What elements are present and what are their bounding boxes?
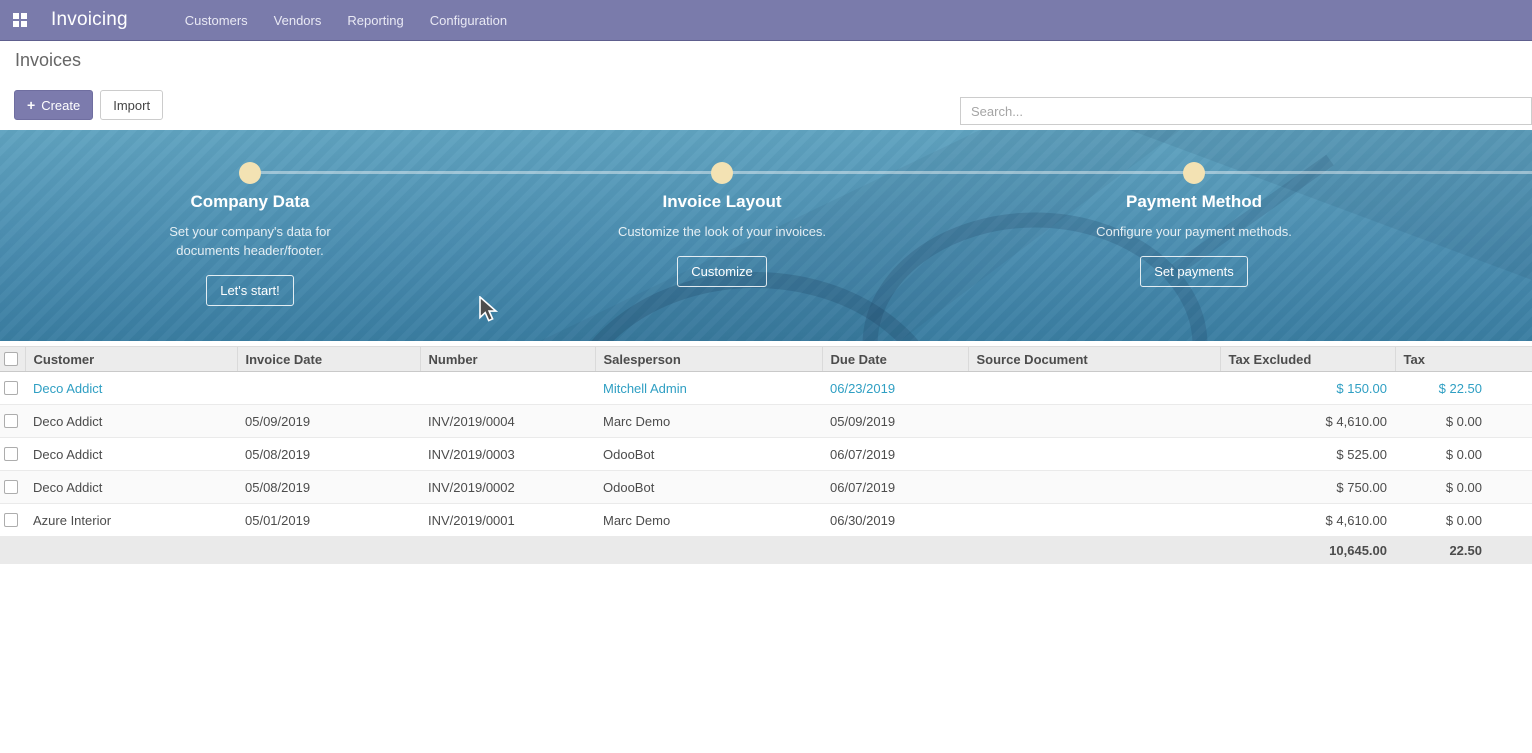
cell-due-date: 06/23/2019 (822, 372, 968, 405)
cell-tax: $ 0.00 (1395, 504, 1532, 537)
plus-icon: + (27, 97, 35, 113)
cell-source-document (968, 438, 1220, 471)
row-checkbox[interactable] (4, 480, 18, 494)
column-header-source-document[interactable]: Source Document (968, 347, 1220, 372)
cell-source-document (968, 504, 1220, 537)
tax-total: 22.50 (1395, 537, 1532, 564)
top-navbar: Invoicing Customers Vendors Reporting Co… (0, 0, 1532, 41)
tax-excluded-total: 10,645.00 (1220, 537, 1395, 564)
search-input[interactable] (960, 97, 1532, 125)
cell-customer: Azure Interior (25, 504, 237, 537)
step-description: Set your company's data for documents he… (140, 222, 360, 260)
lets-start-button[interactable]: Let's start! (206, 275, 294, 306)
step-dot-payment-method[interactable] (1183, 162, 1205, 184)
set-payments-button[interactable]: Set payments (1140, 256, 1248, 287)
onboarding-step-company-data: Company Data Set your company's data for… (100, 192, 400, 306)
page-title: Invoices (15, 50, 81, 71)
cell-customer: Deco Addict (25, 372, 237, 405)
table-footer-row: 10,645.00 22.50 (0, 537, 1532, 564)
cell-tax-excluded: $ 4,610.00 (1220, 405, 1395, 438)
control-panel: Invoices + Create Import Filters ≡ Group… (0, 41, 1532, 130)
cell-due-date: 06/07/2019 (822, 438, 968, 471)
cell-number: INV/2019/0001 (420, 504, 595, 537)
step-dot-invoice-layout[interactable] (711, 162, 733, 184)
step-title: Company Data (100, 192, 400, 212)
cell-tax: $ 22.50 (1395, 372, 1532, 405)
cell-customer: Deco Addict (25, 471, 237, 504)
cell-number (420, 372, 595, 405)
cell-number: INV/2019/0002 (420, 471, 595, 504)
cell-due-date: 06/30/2019 (822, 504, 968, 537)
cell-invoice-date: 05/09/2019 (237, 405, 420, 438)
step-title: Payment Method (1044, 192, 1344, 212)
cell-source-document (968, 405, 1220, 438)
cell-number: INV/2019/0004 (420, 405, 595, 438)
cell-salesperson: OdooBot (595, 438, 822, 471)
cell-customer: Deco Addict (25, 405, 237, 438)
column-header-customer[interactable]: Customer (25, 347, 237, 372)
cell-tax: $ 0.00 (1395, 405, 1532, 438)
cell-due-date: 06/07/2019 (822, 471, 968, 504)
cell-salesperson: Marc Demo (595, 405, 822, 438)
nav-item-configuration[interactable]: Configuration (417, 0, 520, 41)
cell-tax-excluded: $ 150.00 (1220, 372, 1395, 405)
row-checkbox[interactable] (4, 513, 18, 527)
cell-customer: Deco Addict (25, 438, 237, 471)
table-row[interactable]: Deco Addict 05/08/2019 INV/2019/0002 Odo… (0, 471, 1532, 504)
step-title: Invoice Layout (572, 192, 872, 212)
import-button-label: Import (113, 98, 150, 113)
customize-button[interactable]: Customize (677, 256, 766, 287)
nav-item-vendors[interactable]: Vendors (261, 0, 335, 41)
table-row[interactable]: Deco Addict 05/09/2019 INV/2019/0004 Mar… (0, 405, 1532, 438)
column-header-tax-excluded[interactable]: Tax Excluded (1220, 347, 1395, 372)
cell-salesperson: OdooBot (595, 471, 822, 504)
column-header-due-date[interactable]: Due Date (822, 347, 968, 372)
column-header-tax[interactable]: Tax (1395, 347, 1532, 372)
apps-grid-icon[interactable] (13, 13, 27, 27)
cell-tax-excluded: $ 4,610.00 (1220, 504, 1395, 537)
select-all-checkbox[interactable] (4, 352, 18, 366)
create-button-label: Create (41, 98, 80, 113)
step-description: Customize the look of your invoices. (612, 222, 832, 241)
onboarding-progress-line (250, 171, 1532, 174)
cell-tax-excluded: $ 525.00 (1220, 438, 1395, 471)
table-header-row: Customer Invoice Date Number Salesperson… (0, 347, 1532, 372)
column-header-salesperson[interactable]: Salesperson (595, 347, 822, 372)
row-checkbox[interactable] (4, 381, 18, 395)
cell-source-document (968, 372, 1220, 405)
cell-salesperson: Mitchell Admin (595, 372, 822, 405)
step-description: Configure your payment methods. (1064, 222, 1324, 241)
column-header-number[interactable]: Number (420, 347, 595, 372)
import-button[interactable]: Import (100, 90, 163, 120)
row-checkbox[interactable] (4, 447, 18, 461)
cell-invoice-date: 05/08/2019 (237, 438, 420, 471)
cell-tax-excluded: $ 750.00 (1220, 471, 1395, 504)
cell-number: INV/2019/0003 (420, 438, 595, 471)
invoice-list-table: Customer Invoice Date Number Salesperson… (0, 346, 1532, 564)
app-brand[interactable]: Invoicing (51, 9, 128, 31)
row-checkbox[interactable] (4, 414, 18, 428)
nav-menu: Customers Vendors Reporting Configuratio… (172, 0, 520, 41)
cell-invoice-date: 05/01/2019 (237, 504, 420, 537)
cell-tax: $ 0.00 (1395, 438, 1532, 471)
onboarding-step-invoice-layout: Invoice Layout Customize the look of you… (572, 192, 872, 287)
table-row[interactable]: Azure Interior 05/01/2019 INV/2019/0001 … (0, 504, 1532, 537)
onboarding-banner: Company Data Set your company's data for… (0, 130, 1532, 341)
create-button[interactable]: + Create (14, 90, 93, 120)
nav-item-customers[interactable]: Customers (172, 0, 261, 41)
onboarding-step-payment-method: Payment Method Configure your payment me… (1044, 192, 1344, 287)
cell-due-date: 05/09/2019 (822, 405, 968, 438)
step-dot-company-data[interactable] (239, 162, 261, 184)
cell-tax: $ 0.00 (1395, 471, 1532, 504)
nav-item-reporting[interactable]: Reporting (334, 0, 416, 41)
cell-invoice-date (237, 372, 420, 405)
cell-salesperson: Marc Demo (595, 504, 822, 537)
cell-source-document (968, 471, 1220, 504)
column-header-invoice-date[interactable]: Invoice Date (237, 347, 420, 372)
table-row[interactable]: Deco Addict 05/08/2019 INV/2019/0003 Odo… (0, 438, 1532, 471)
cell-invoice-date: 05/08/2019 (237, 471, 420, 504)
table-row[interactable]: Deco Addict Mitchell Admin 06/23/2019 $ … (0, 372, 1532, 405)
